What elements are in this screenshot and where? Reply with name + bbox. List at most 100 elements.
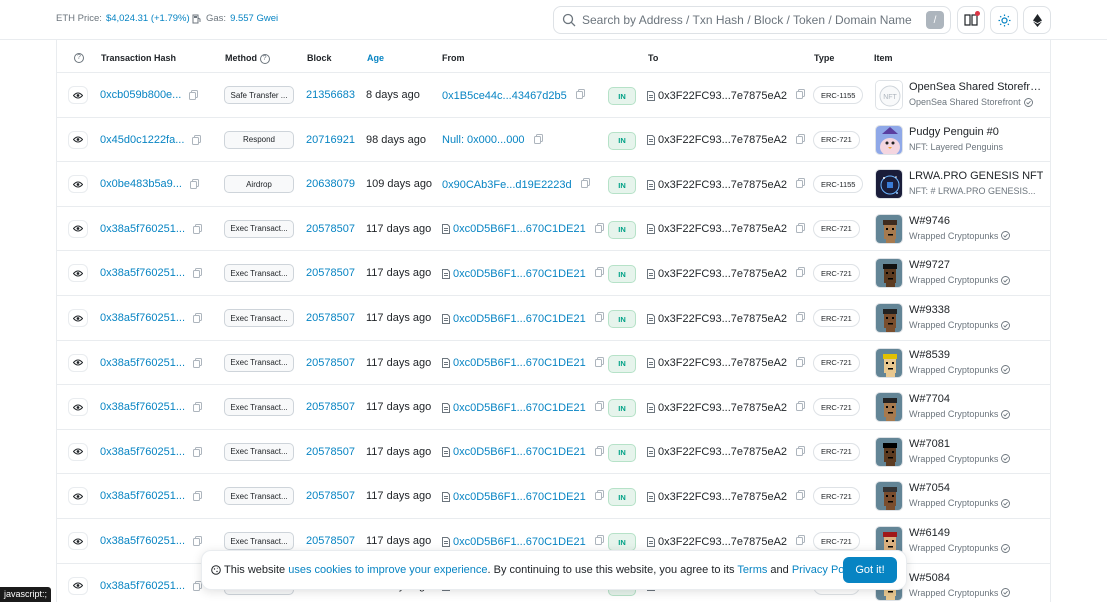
nft-thumbnail[interactable] [875, 303, 903, 333]
item-collection-name[interactable]: NFT: Layered Penguins [909, 142, 1003, 152]
copy-icon[interactable] [533, 133, 543, 144]
copy-icon[interactable] [796, 89, 806, 99]
block-link[interactable]: 20578507 [306, 357, 355, 369]
nft-thumbnail[interactable] [875, 436, 903, 467]
nft-thumbnail[interactable] [875, 213, 903, 244]
copy-icon[interactable] [193, 223, 203, 234]
txn-hash-link[interactable]: 0x38a5f760251... [100, 580, 185, 592]
to-address[interactable]: 0x3F22FC93...7e7875eA2 [658, 268, 787, 280]
copy-icon[interactable] [594, 356, 604, 367]
terms-link[interactable]: Terms [737, 564, 767, 576]
from-address-link[interactable]: 0xc0D5B6F1...670C1DE21 [453, 536, 586, 548]
block-link[interactable]: 20578507 [306, 312, 355, 324]
to-address[interactable]: 0x3F22FC93...7e7875eA2 [658, 313, 787, 325]
nft-thumbnail[interactable] [875, 258, 903, 289]
copy-icon[interactable] [594, 490, 604, 501]
copy-icon[interactable] [189, 179, 199, 190]
search-input[interactable]: Search by Address / Txn Hash / Block / T… [582, 13, 926, 27]
copy-icon[interactable] [193, 446, 203, 457]
txn-hash-link[interactable]: 0x45d0c1222fa... [100, 134, 184, 146]
block-link[interactable]: 21356683 [306, 89, 355, 101]
preview-button[interactable] [68, 576, 88, 595]
copy-icon[interactable] [193, 402, 203, 413]
copy-icon[interactable] [193, 268, 203, 279]
from-address-link[interactable]: 0xc0D5B6F1...670C1DE21 [453, 446, 586, 458]
item-name-link[interactable]: W#9338 [909, 304, 950, 316]
item-name-link[interactable]: W#7081 [909, 438, 950, 450]
preview-button[interactable] [68, 442, 88, 461]
from-address-link[interactable]: 0xc0D5B6F1...670C1DE21 [453, 313, 586, 325]
to-address[interactable]: 0x3F22FC93...7e7875eA2 [658, 446, 787, 458]
block-link[interactable]: 20578507 [306, 535, 355, 547]
copy-icon[interactable] [193, 357, 203, 368]
copy-icon[interactable] [796, 445, 806, 456]
item-collection-name[interactable]: Wrapped Cryptopunks [909, 498, 998, 508]
txn-hash-link[interactable]: 0x38a5f760251... [100, 401, 185, 413]
copy-icon[interactable] [594, 535, 604, 545]
item-collection-name[interactable]: Wrapped Cryptopunks [909, 543, 998, 553]
header-age[interactable]: Age [367, 53, 384, 63]
item-name-link[interactable]: W#7704 [909, 393, 950, 405]
from-address-link[interactable]: 0xc0D5B6F1...670C1DE21 [453, 491, 586, 503]
cookie-policy-link[interactable]: uses cookies to improve your experience [288, 564, 487, 576]
block-link[interactable]: 20578507 [306, 446, 355, 458]
block-link[interactable]: 20578507 [306, 223, 355, 235]
block-link[interactable]: 20638079 [306, 178, 355, 190]
txn-hash-link[interactable]: 0x38a5f760251... [100, 312, 185, 324]
from-address-link[interactable]: 0xc0D5B6F1...670C1DE21 [453, 223, 586, 235]
preview-button[interactable] [68, 264, 88, 283]
theme-toggle-button[interactable] [990, 6, 1018, 34]
preview-button[interactable] [68, 175, 88, 194]
copy-icon[interactable] [796, 312, 806, 322]
copy-icon[interactable] [796, 490, 806, 501]
to-address[interactable]: 0x3F22FC93...7e7875eA2 [658, 223, 787, 235]
block-link[interactable]: 20578507 [306, 490, 355, 502]
from-address-link[interactable]: 0xc0D5B6F1...670C1DE21 [453, 402, 586, 414]
nft-thumbnail[interactable]: NFT [875, 80, 903, 110]
copy-icon[interactable] [594, 445, 604, 456]
item-name-link[interactable]: OpenSea Shared Storefro... [909, 81, 1045, 93]
block-link[interactable]: 20578507 [306, 401, 355, 413]
item-name-link[interactable]: W#8539 [909, 349, 950, 361]
copy-icon[interactable] [594, 312, 604, 322]
from-address-link[interactable]: 0x1B5ce44c...43467d2b5 [442, 90, 567, 102]
got-it-button[interactable]: Got it! [843, 557, 897, 583]
nft-thumbnail[interactable] [875, 124, 903, 155]
preview-button[interactable] [68, 532, 88, 550]
copy-icon[interactable] [192, 134, 202, 145]
to-address[interactable]: 0x3F22FC93...7e7875eA2 [658, 357, 787, 369]
item-name-link[interactable]: W#9727 [909, 259, 950, 271]
to-address[interactable]: 0x3F22FC93...7e7875eA2 [658, 179, 787, 191]
to-address[interactable]: 0x3F22FC93...7e7875eA2 [658, 536, 787, 548]
txn-hash-link[interactable]: 0xcb059b800e... [100, 89, 181, 101]
from-address-link[interactable]: 0xc0D5B6F1...670C1DE21 [453, 357, 586, 369]
preview-button[interactable] [68, 219, 88, 238]
item-name-link[interactable]: W#6149 [909, 527, 950, 539]
copy-icon[interactable] [193, 313, 203, 323]
preview-button[interactable] [68, 86, 88, 104]
item-name-link[interactable]: W#9746 [909, 215, 950, 227]
item-name-link[interactable]: W#5084 [909, 572, 950, 584]
txn-hash-link[interactable]: 0x38a5f760251... [100, 490, 185, 502]
preview-button[interactable] [68, 353, 88, 372]
preview-button[interactable] [68, 130, 88, 149]
from-address-link[interactable]: Null: 0x000...000 [442, 134, 525, 146]
copy-icon[interactable] [796, 401, 806, 412]
txn-hash-link[interactable]: 0x38a5f760251... [100, 446, 185, 458]
item-collection-name[interactable]: Wrapped Cryptopunks [909, 231, 998, 241]
copy-icon[interactable] [575, 89, 585, 99]
header-info-icon[interactable]: ? [74, 52, 84, 63]
copy-icon[interactable] [580, 178, 590, 189]
network-button[interactable] [1023, 6, 1051, 34]
from-address-link[interactable]: 0x90CAb3Fe...d19E2223d [442, 179, 572, 191]
item-name-link[interactable]: Pudgy Penguin #0 [909, 126, 999, 138]
item-collection-name[interactable]: Wrapped Cryptopunks [909, 454, 998, 464]
preview-button[interactable] [68, 398, 88, 417]
item-collection-name[interactable]: OpenSea Shared Storefront [909, 97, 1021, 107]
from-address-link[interactable]: 0xc0D5B6F1...670C1DE21 [453, 268, 586, 280]
copy-icon[interactable] [193, 536, 203, 546]
item-collection-name[interactable]: Wrapped Cryptopunks [909, 409, 998, 419]
item-collection-name[interactable]: Wrapped Cryptopunks [909, 588, 998, 598]
to-address[interactable]: 0x3F22FC93...7e7875eA2 [658, 402, 787, 414]
nft-thumbnail[interactable] [875, 392, 903, 423]
